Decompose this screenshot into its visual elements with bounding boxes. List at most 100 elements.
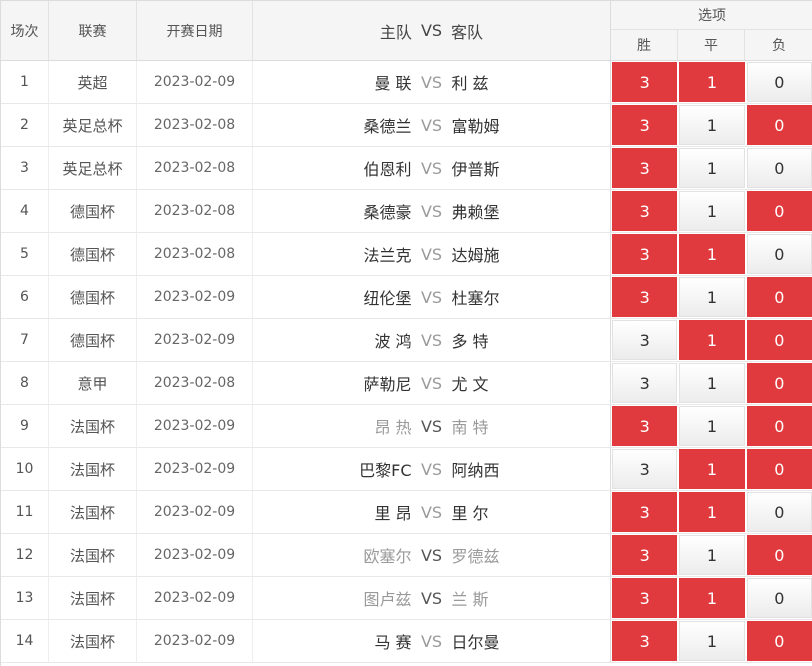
- league-name: 英足总杯: [49, 104, 137, 146]
- match-teams: 伯恩利 VS 伊普斯: [253, 147, 611, 189]
- option-win-button[interactable]: 3: [612, 148, 678, 188]
- match-teams: 桑德豪 VS 弗赖堡: [253, 190, 611, 232]
- league-name: 法国杯: [49, 405, 137, 447]
- match-teams: 桑德兰 VS 富勒姆: [253, 104, 611, 146]
- league-name: 法国杯: [49, 534, 137, 576]
- option-win-button[interactable]: 3: [612, 62, 678, 102]
- option-draw-button[interactable]: 1: [679, 277, 745, 317]
- option-draw-button[interactable]: 1: [679, 320, 745, 360]
- home-team: 昂 热: [374, 418, 412, 437]
- table-row: 2 英足总杯 2023-02-08 桑德兰 VS 富勒姆 3 1 0: [1, 104, 812, 147]
- header-away: 客队: [451, 22, 484, 42]
- match-date: 2023-02-09: [137, 276, 253, 318]
- home-team: 里 昂: [374, 504, 412, 523]
- option-win-button[interactable]: 3: [612, 105, 678, 145]
- home-team: 曼 联: [374, 74, 412, 93]
- option-group: 310: [612, 277, 812, 317]
- match-index: 2: [1, 104, 49, 146]
- option-lose-button[interactable]: 0: [746, 277, 812, 317]
- match-teams: 欧塞尔 VS 罗德兹: [253, 534, 611, 576]
- vs-label: VS: [420, 72, 443, 92]
- match-index: 9: [1, 405, 49, 447]
- table-row: 9 法国杯 2023-02-09 昂 热 VS 南 特 310: [1, 405, 812, 448]
- option-win-button[interactable]: 3: [612, 406, 678, 446]
- header-vs: VS: [420, 21, 443, 40]
- table-row: 6 德国杯 2023-02-09 纽伦堡 VS 杜塞尔 3 1 0: [1, 276, 812, 319]
- option-win-button[interactable]: 3: [612, 492, 678, 532]
- option-draw-button[interactable]: 1: [679, 62, 745, 102]
- option-win-button[interactable]: 3: [612, 535, 678, 575]
- table-row: 12 法国杯 2023-02-09 欧塞尔 VS 罗德兹 3 1 0: [1, 534, 812, 577]
- option-win-button[interactable]: 3: [612, 363, 678, 403]
- match-index: 4: [1, 190, 49, 232]
- option-lose-button[interactable]: 0: [746, 148, 812, 188]
- home-team: 桑德豪: [363, 203, 412, 222]
- league-name: 法国杯: [49, 577, 137, 619]
- option-draw-button[interactable]: 1: [679, 234, 745, 274]
- option-draw-button[interactable]: 1: [679, 105, 745, 145]
- table-row: 7 德国杯 2023-02-09 波 鸿 VS 多 特 310: [1, 319, 812, 362]
- option-win-button[interactable]: 3: [612, 621, 678, 661]
- league-name: 意甲: [49, 362, 137, 404]
- header-lose: 负: [772, 38, 786, 54]
- option-group: 310: [612, 191, 812, 231]
- option-lose-button[interactable]: 0: [746, 105, 812, 145]
- option-draw-button[interactable]: 1: [679, 148, 745, 188]
- table-row: 1 英超 2023-02-09 曼 联 VS 利 兹310: [1, 61, 812, 104]
- header-options-labels: 胜 平 负: [611, 30, 812, 60]
- header-league: 联赛: [49, 1, 137, 60]
- option-draw-button[interactable]: 1: [679, 578, 745, 618]
- option-lose-button[interactable]: 0: [746, 191, 812, 231]
- away-team: 富勒姆: [451, 117, 500, 136]
- option-draw-button[interactable]: 1: [679, 492, 745, 532]
- option-group: 310: [612, 406, 812, 446]
- option-draw-button[interactable]: 1: [679, 449, 745, 489]
- header-home: 主队: [379, 22, 412, 42]
- option-draw-button[interactable]: 1: [679, 406, 745, 446]
- option-lose-button[interactable]: 0: [746, 535, 812, 575]
- option-lose-button[interactable]: 0: [746, 621, 812, 661]
- option-draw-button[interactable]: 1: [679, 363, 745, 403]
- vs-label: VS: [420, 545, 443, 565]
- option-lose-button[interactable]: 0: [746, 492, 812, 532]
- option-lose-button[interactable]: 0: [746, 234, 812, 274]
- option-group: 310: [612, 449, 812, 489]
- option-win-button[interactable]: 3: [612, 320, 678, 360]
- option-lose-button[interactable]: 0: [746, 406, 812, 446]
- match-index: 3: [1, 147, 49, 189]
- option-lose-button[interactable]: 0: [746, 62, 812, 102]
- header-draw: 平: [678, 30, 745, 60]
- table-row: 8 意甲 2023-02-08 萨勒尼 VS 尤 文 310: [1, 362, 812, 405]
- option-lose-button[interactable]: 0: [746, 363, 812, 403]
- home-team: 伯恩利: [363, 160, 412, 179]
- option-win-button[interactable]: 3: [612, 578, 678, 618]
- option-lose-button[interactable]: 0: [746, 578, 812, 618]
- league-name: 英超: [49, 61, 137, 103]
- option-win-button[interactable]: 3: [612, 449, 678, 489]
- option-group: 310: [612, 535, 812, 575]
- option-draw-button[interactable]: 1: [679, 191, 745, 231]
- match-teams: 萨勒尼 VS 尤 文: [253, 362, 611, 404]
- option-draw-button[interactable]: 1: [679, 535, 745, 575]
- match-date: 2023-02-09: [137, 405, 253, 447]
- match-date: 2023-02-09: [137, 577, 253, 619]
- match-index: 5: [1, 233, 49, 275]
- home-team: 图卢兹: [363, 590, 412, 609]
- match-date: 2023-02-09: [137, 620, 253, 662]
- option-draw-button[interactable]: 1: [679, 621, 745, 661]
- away-team: 杜塞尔: [451, 289, 500, 308]
- match-date: 2023-02-08: [137, 362, 253, 404]
- match-index: 6: [1, 276, 49, 318]
- option-win-button[interactable]: 3: [612, 234, 678, 274]
- home-team: 巴黎FC: [359, 461, 412, 480]
- home-team: 纽伦堡: [363, 289, 412, 308]
- option-win-button[interactable]: 3: [612, 277, 678, 317]
- option-lose-button[interactable]: 0: [746, 320, 812, 360]
- match-teams: 里 昂 VS 里 尔: [253, 491, 611, 533]
- match-teams: 巴黎FC VS 阿纳西: [253, 448, 611, 490]
- match-date: 2023-02-08: [137, 147, 253, 189]
- option-lose-button[interactable]: 0: [746, 449, 812, 489]
- table-row: 3 英足总杯 2023-02-08 伯恩利 VS 伊普斯 3 1 0: [1, 147, 812, 190]
- league-name: 德国杯: [49, 233, 137, 275]
- option-win-button[interactable]: 3: [612, 191, 678, 231]
